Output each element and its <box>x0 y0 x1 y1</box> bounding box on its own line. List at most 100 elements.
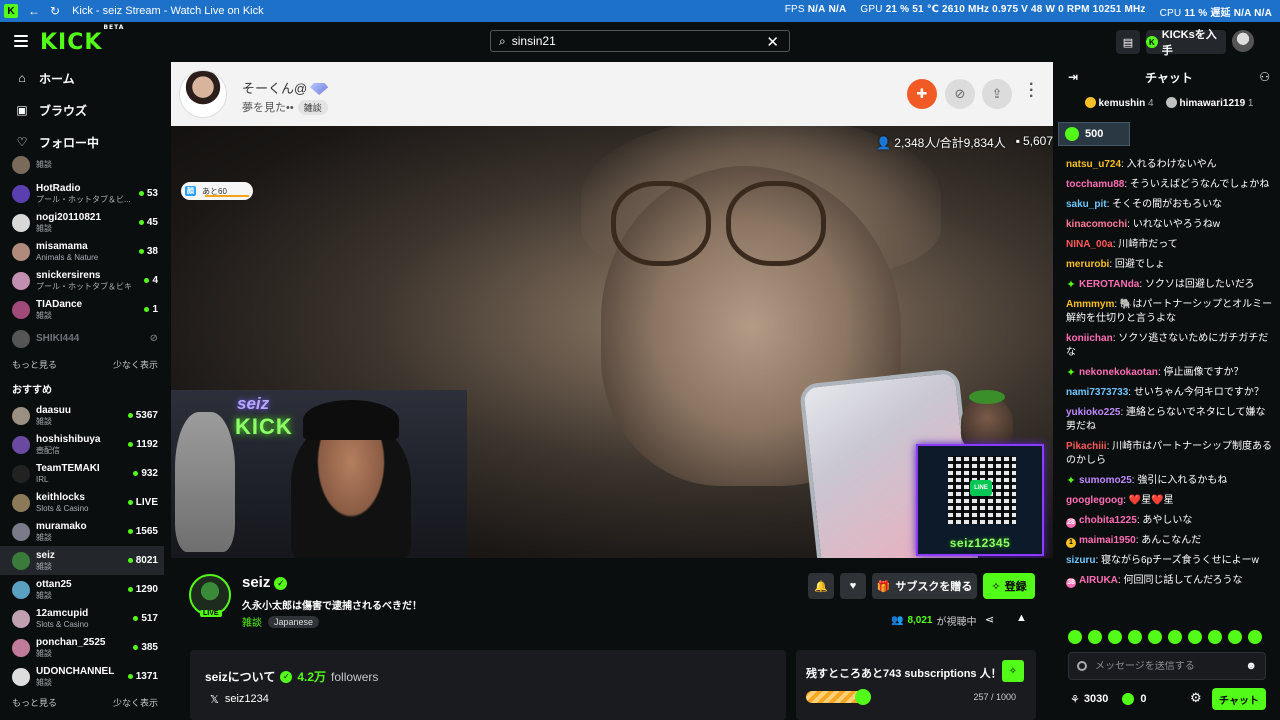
emote-icon[interactable] <box>1188 630 1202 644</box>
gear-icon[interactable]: ⚙ <box>1190 690 1202 706</box>
emote-icon[interactable] <box>1148 630 1162 644</box>
sidebar-channel-item[interactable]: SHIKI444 ⊘ <box>0 324 164 353</box>
back-arrow-icon[interactable]: ← <box>28 4 40 18</box>
chat-username[interactable]: chobita1225 <box>1079 515 1137 526</box>
search-input[interactable] <box>511 34 752 48</box>
channel-points[interactable]: ⚘ 3030 <box>1070 693 1108 706</box>
emote-icon[interactable] <box>1168 630 1182 644</box>
sidebar-channel-item[interactable]: hoshishibuya 壺配信 1192 <box>0 430 164 459</box>
chat-input[interactable] <box>1095 660 1235 672</box>
channel-text: hoshishibuya 壺配信 <box>36 434 131 456</box>
sidebar-channel-item[interactable]: HotRadio プール・ホットタブ＆ビ... 53 <box>0 179 164 208</box>
streamer-name[interactable]: そーくん@ <box>242 78 329 97</box>
channel-avatar <box>12 213 30 232</box>
notification-button[interactable]: 🔔 <box>808 573 834 599</box>
search-bar[interactable]: ⌕ ✕ <box>490 30 790 52</box>
goal-action-button[interactable]: ✧ <box>1002 660 1024 682</box>
sidebar-channel-item[interactable]: seiz 雑談 8021 <box>0 546 164 575</box>
kick-logo[interactable]: KICKBETA <box>40 24 123 55</box>
sidebar-channel-item[interactable]: ponchan_2525 雑談 385 <box>0 633 164 662</box>
gift-subscription-button[interactable]: 🎁 サブスクを贈る <box>872 573 977 599</box>
sidebar-channel-item[interactable]: snickersirens プール・ホットタブ＆ビキニ 4 <box>0 266 164 295</box>
sidebar-channel-item[interactable]: 雑談 <box>0 150 164 179</box>
stream-category[interactable]: 雑談 <box>242 614 262 629</box>
chat-username[interactable]: nami7373733 <box>1066 387 1128 398</box>
record-icon[interactable] <box>1077 661 1087 671</box>
channel-name[interactable]: seiz ✓ <box>242 574 288 591</box>
stream-info: LIVE seiz ✓ 久永小太郎は傷害で逮捕されるべきだ！ 雑談 Japanes… <box>171 558 1053 648</box>
mute-button[interactable]: ⊘ <box>945 79 975 109</box>
sidebar-channel-item[interactable]: 12amcupid Slots & Casino 517 <box>0 604 164 633</box>
emote-icon[interactable] <box>1108 630 1122 644</box>
emote-icon[interactable] <box>1228 630 1242 644</box>
sidebar-nav-item[interactable]: ⌂ ホーム <box>0 62 164 94</box>
menu-icon[interactable] <box>14 35 28 47</box>
chat-username[interactable]: kinacomochi <box>1066 219 1127 230</box>
emote-icon[interactable] <box>1208 630 1222 644</box>
kicks-gift-pill[interactable]: 500 <box>1058 122 1130 146</box>
chat-username[interactable]: merurobi <box>1066 259 1109 270</box>
channel-name: snickersirens <box>36 269 101 281</box>
collapse-chat-icon[interactable]: ⇥ <box>1068 70 1078 84</box>
sidebar-channel-item[interactable]: TIADance 雑談 1 <box>0 295 164 324</box>
send-chat-button[interactable]: チャット <box>1212 688 1266 710</box>
chat-username[interactable]: nekonekokaotan <box>1079 367 1158 378</box>
sidebar-channel-item[interactable]: keithlocks Slots & Casino LIVE <box>0 488 164 517</box>
sidebar-channel-item[interactable]: nogi20110821 雑談 45 <box>0 208 164 237</box>
report-icon[interactable]: ▲ <box>1016 612 1027 624</box>
sidebar-channel-item[interactable]: misamama Animals & Nature 38 <box>0 237 164 266</box>
recommended-more-row: もっと見る 少なく表示 <box>0 691 164 713</box>
library-button[interactable]: ▤ <box>1116 30 1140 54</box>
video-player[interactable]: 👤 2,348人/合計9,834人 ▪ 5,607 顔あと60 seiz KICK … <box>171 126 1053 558</box>
streamer-avatar[interactable] <box>179 70 227 118</box>
follow-user-button[interactable]: ✚ <box>907 79 937 109</box>
sidebar-channel-item[interactable]: daasuu 雑談 5367 <box>0 401 164 430</box>
chat-username[interactable]: maimai1950 <box>1079 535 1136 546</box>
sidebar-nav-item[interactable]: ▣ ブラウズ <box>0 94 164 126</box>
favorite-button[interactable]: ♥ <box>840 573 866 599</box>
reload-icon[interactable]: ↻ <box>50 4 60 18</box>
user-avatar[interactable] <box>1232 30 1254 52</box>
emote-icon[interactable] <box>1068 630 1082 644</box>
chat-username[interactable]: googlegoog <box>1066 495 1123 506</box>
show-more-recommended[interactable]: もっと見る <box>12 696 57 709</box>
clear-search-icon[interactable]: ✕ <box>766 33 779 51</box>
subscribe-button[interactable]: ✧ 登録 <box>983 573 1035 599</box>
show-more-following[interactable]: もっと見る <box>12 358 57 371</box>
chat-username[interactable]: AIRUKA <box>1079 575 1118 586</box>
sidebar-channel-item[interactable]: UDONCHANNEL 雑談 1371 <box>0 662 164 691</box>
viewer-count: 1 <box>144 304 158 315</box>
chat-username[interactable]: natsu_u724 <box>1066 159 1121 170</box>
pinned-user[interactable]: kemushin 4 <box>1084 97 1154 109</box>
chat-username[interactable]: Ammmym <box>1066 299 1114 310</box>
sidebar-channel-item[interactable]: TeamTEMAKI IRL 932 <box>0 459 164 488</box>
chat-input-box[interactable]: ☻ <box>1068 652 1266 680</box>
chat-username[interactable]: saku_pit <box>1066 199 1107 210</box>
chat-username[interactable]: sumomo25 <box>1079 475 1132 486</box>
share-button[interactable]: ⇪ <box>982 79 1012 109</box>
chat-username[interactable]: koniichan <box>1066 333 1113 344</box>
language-tag[interactable]: Japanese <box>268 615 320 628</box>
chat-username[interactable]: sizuru <box>1066 555 1095 566</box>
emote-icon[interactable] <box>1248 630 1262 644</box>
get-kicks-button[interactable]: K KICKsを入手 <box>1146 29 1226 57</box>
chat-username[interactable]: yukioko225 <box>1066 407 1120 418</box>
share-icon[interactable]: ⋖ <box>985 613 994 626</box>
x-social-link[interactable]: 𝕏seiz1234 <box>210 693 269 706</box>
chat-username[interactable]: NINA_00a <box>1066 239 1113 250</box>
emote-icon[interactable] <box>1088 630 1102 644</box>
kicks-balance[interactable]: 0 <box>1122 693 1146 705</box>
emote-icon[interactable] <box>1128 630 1142 644</box>
sidebar-channel-item[interactable]: ottan25 雑談 1290 <box>0 575 164 604</box>
pinned-user[interactable]: himawari1219 1 <box>1165 97 1253 109</box>
show-less-following[interactable]: 少なく表示 <box>113 358 158 371</box>
chat-username[interactable]: tocchamu88 <box>1066 179 1124 190</box>
more-options-icon[interactable]: · · · <box>1029 77 1034 105</box>
chat-username[interactable]: Pikachiii <box>1066 441 1107 452</box>
user-list-icon[interactable]: ⚇ <box>1259 70 1270 84</box>
chat-username[interactable]: KEROTANda <box>1079 279 1139 290</box>
emoji-icon[interactable]: ☻ <box>1245 660 1257 672</box>
show-less-recommended[interactable]: 少なく表示 <box>113 696 158 709</box>
sidebar-channel-item[interactable]: muramako 雑談 1565 <box>0 517 164 546</box>
category-tag[interactable]: 雑談 <box>297 100 328 115</box>
